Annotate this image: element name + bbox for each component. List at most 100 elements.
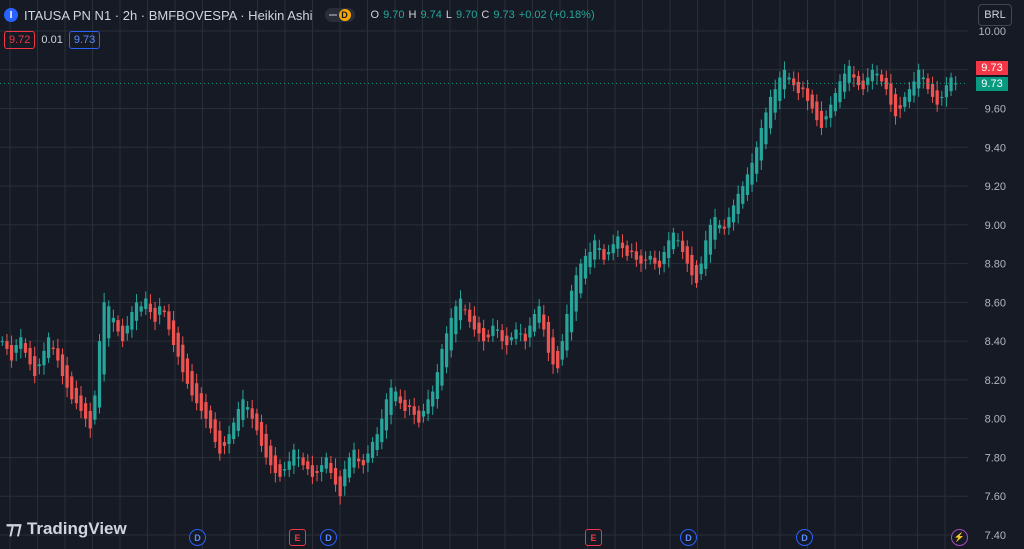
ask-price-button[interactable]: 9.73 [68, 31, 101, 49]
candle-body [842, 73, 847, 92]
candle-body [616, 236, 620, 249]
candle-body [745, 174, 750, 195]
price-chart[interactable]: 10.009.809.609.409.209.008.808.608.408.2… [0, 0, 1024, 549]
ohlc-high-value: 9.74 [420, 9, 442, 21]
candle-body [815, 101, 819, 121]
candle-body [93, 395, 97, 420]
candle-body [218, 430, 222, 454]
candle-body [51, 347, 55, 349]
candle-body [324, 457, 328, 469]
candle-body [444, 333, 449, 368]
candle-body [870, 69, 875, 82]
candle-body [111, 317, 116, 323]
minus-icon [328, 14, 337, 16]
candle-body [528, 325, 532, 338]
candle-body [782, 69, 787, 90]
dividend-event-icon[interactable]: D [796, 529, 813, 546]
candle-body [426, 399, 430, 414]
candle-body [347, 457, 352, 478]
candle-body [370, 441, 375, 459]
candle-body [245, 407, 250, 410]
split-event-icon[interactable]: ⚡ [951, 529, 968, 546]
candle-body [653, 257, 657, 264]
candle-body [861, 80, 865, 90]
candle-body [264, 433, 268, 458]
candle-body [741, 186, 745, 204]
earnings-event-icon[interactable]: E [289, 529, 306, 546]
candle-body [389, 387, 393, 415]
candle-body [139, 306, 143, 312]
candle-body [185, 358, 190, 384]
y-tick-label: 8.60 [985, 297, 1006, 309]
candle-body [750, 162, 754, 185]
candle-body [588, 251, 592, 268]
candle-body [542, 314, 546, 330]
candle-body [699, 263, 703, 275]
earnings-event-icon[interactable]: E [585, 529, 602, 546]
candle-body [315, 471, 319, 473]
candle-body [569, 290, 574, 333]
candle-body [805, 88, 810, 101]
candle-body [643, 259, 648, 261]
candle-body [819, 110, 824, 128]
candle-body [384, 399, 389, 431]
candle-body [56, 348, 60, 361]
candle-body [195, 383, 199, 404]
candle-body [509, 337, 514, 341]
candle-body [907, 89, 912, 102]
candle-body [856, 75, 861, 86]
candle-body [532, 314, 537, 332]
candle-body [375, 434, 379, 451]
candle-body [676, 240, 680, 242]
symbol-title[interactable]: ITAUSA PN N1 · 2h · BMFBOVESPA · Heikin … [24, 8, 313, 23]
candle-body [421, 410, 426, 417]
candle-body [829, 104, 833, 118]
candle-body [713, 217, 717, 240]
candle-body [167, 311, 171, 330]
candle-body [736, 193, 740, 214]
bid-price-button[interactable]: 9.72 [4, 31, 36, 49]
candle-body [838, 81, 842, 103]
candle-body [412, 406, 416, 415]
candle-body [366, 453, 370, 463]
candle-body [583, 255, 588, 279]
candle-body [500, 330, 504, 342]
candle-body [148, 303, 153, 313]
tradingview-logo[interactable]: ⁊⁊ TradingView [6, 519, 127, 539]
candle-body [685, 246, 689, 264]
ohlc-close-value: 9.73 [493, 9, 515, 21]
candle-body [361, 459, 365, 466]
currency-button[interactable]: BRL [978, 4, 1012, 26]
candle-body [37, 364, 41, 367]
candle-body [597, 248, 601, 250]
candle-body [708, 224, 713, 255]
market-status-pill[interactable]: D [324, 8, 355, 22]
candle-body [755, 147, 759, 174]
candle-body [222, 442, 227, 446]
candle-body [810, 94, 814, 109]
quote-row: 9.72 0.01 9.73 [4, 31, 101, 49]
candle-body [329, 463, 333, 473]
candle-body [880, 74, 884, 82]
candle-body [33, 356, 37, 377]
y-tick-label: 8.00 [985, 414, 1006, 426]
candle-body [727, 217, 731, 228]
candle-body [944, 85, 949, 98]
dividend-event-icon[interactable]: D [189, 529, 206, 546]
symbol-logo-icon[interactable]: I [4, 8, 18, 22]
candle-body [847, 65, 851, 83]
candle-body [690, 254, 694, 276]
candle-body [213, 419, 217, 442]
candle-body [495, 329, 500, 331]
candle-body [14, 345, 18, 353]
candle-body [667, 240, 671, 259]
dividend-event-icon[interactable]: D [680, 529, 697, 546]
candle-body [380, 418, 384, 443]
candle-body [204, 402, 208, 419]
candle-body [768, 96, 773, 129]
candle-body [97, 341, 102, 408]
dividend-event-icon[interactable]: D [320, 529, 337, 546]
candle-body [662, 251, 666, 265]
candle-body [241, 399, 245, 420]
candle-body [630, 250, 634, 252]
